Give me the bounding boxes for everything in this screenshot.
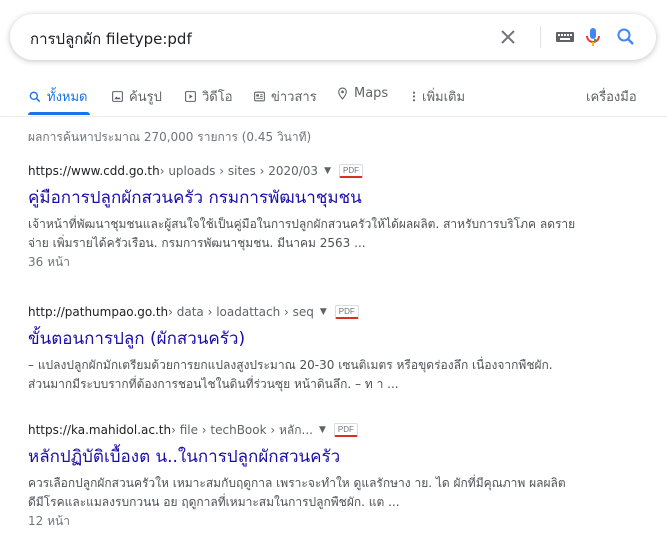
snippet-line: เจ้าหน้าที่พัฒนาชุมชนและผู้สนใจใช้เป็นคู…: [28, 217, 576, 231]
tab-label: Maps: [354, 86, 389, 101]
search-result: https://www.cdd.go.th › uploads › sites …: [28, 163, 648, 271]
result-options-icon[interactable]: ▼: [319, 425, 326, 435]
result-cite: https://ka.mahidol.ac.th › file › techBo…: [28, 422, 648, 438]
microphone-icon[interactable]: [581, 25, 605, 49]
result-cite: https://www.cdd.go.th › uploads › sites …: [28, 163, 648, 179]
result-snippet: เจ้าหน้าที่พัฒนาชุมชนและผู้สนใจใช้เป็นคู…: [28, 215, 648, 253]
snippet-line: ควรเลือกปลูกผักสวนครัวให เหมาะสมกับฤดูกา…: [28, 476, 566, 490]
result-breadcrumb: › uploads › sites › 2020/03: [159, 164, 319, 178]
active-tab-indicator: [28, 112, 90, 115]
result-url[interactable]: https://www.cdd.go.th: [28, 164, 160, 178]
tab-label: เพิ่มเติม: [422, 90, 466, 105]
tabs-divider: [0, 116, 667, 117]
result-breadcrumb: › file › techBook › หลัก...: [171, 422, 313, 437]
result-options-icon[interactable]: ▼: [320, 307, 327, 317]
pdf-badge: PDF: [334, 305, 359, 319]
search-result: https://ka.mahidol.ac.th › file › techBo…: [28, 422, 648, 530]
snippet-line: ดีมีโรคและแมลงรบกวนน อย ฤดูกาลที่เหมาะสม…: [28, 495, 400, 509]
tab-maps[interactable]: Maps: [336, 86, 388, 101]
image-icon: [112, 91, 123, 102]
search-input[interactable]: การปลูกผัก filetype:pdf: [30, 27, 192, 51]
result-options-icon[interactable]: ▼: [324, 166, 331, 176]
result-url[interactable]: http://pathumpao.go.th: [28, 305, 168, 319]
keyboard-icon[interactable]: [553, 25, 577, 49]
tab-label: ข่าวสาร: [271, 90, 317, 105]
search-icon: [29, 91, 41, 102]
result-title[interactable]: ขั้นตอนการปลูก (ผักสวนครัว): [28, 325, 648, 352]
result-snippet: – แปลงปลูกผักมักเตรียมด้วยการยกแปลงสูงปร…: [28, 356, 648, 394]
news-icon: [254, 91, 265, 102]
result-url[interactable]: https://ka.mahidol.ac.th: [28, 423, 171, 437]
pdf-badge: PDF: [339, 164, 363, 178]
tab-label: วิดีโอ: [202, 90, 233, 105]
pdf-badge: PDF: [333, 423, 358, 437]
result-page-count: 12 หน้า: [28, 514, 70, 528]
close-icon[interactable]: [496, 25, 520, 49]
tools-button[interactable]: เครื่องมือ: [586, 86, 637, 107]
search-tabs: ทั้งหมด ค้นรูป วิดีโอ ข่าวสาร Maps เพิ่ม…: [0, 77, 667, 117]
result-title[interactable]: คู่มือการปลูกผักสวนครัว กรมการพัฒนาชุมชน: [28, 184, 648, 211]
tab-all[interactable]: ทั้งหมด: [28, 86, 88, 107]
video-icon: [185, 91, 196, 102]
tab-images[interactable]: ค้นรูป: [111, 86, 162, 107]
result-stats: ผลการค้นหาประมาณ 270,000 รายการ (0.45 วิ…: [28, 130, 312, 144]
result-cite: http://pathumpao.go.th › data › loadatta…: [28, 304, 648, 320]
snippet-line: ส่วนมากมีระบบรากที่ต้องการชอนไชในดินที่ร…: [28, 377, 399, 391]
result-title[interactable]: หลักปฏิบัติเบื้องต น..ในการปลูกผักสวนครั…: [28, 443, 648, 470]
search-icon[interactable]: [614, 25, 638, 49]
snippet-line: จ่าย เพิ่มรายได้ครัวเรือน. กรมการพัฒนาชุ…: [28, 236, 366, 250]
tab-label: ค้นรูป: [129, 90, 162, 105]
tools-label: เครื่องมือ: [586, 90, 637, 105]
search-bar: การปลูกผัก filetype:pdf: [10, 14, 656, 60]
tab-label: ทั้งหมด: [47, 90, 88, 105]
tab-more[interactable]: เพิ่มเติม: [411, 86, 465, 107]
result-breadcrumb: › data › loadattach › seq: [168, 305, 314, 319]
snippet-line: – แปลงปลูกผักมักเตรียมด้วยการยกแปลงสูงปร…: [28, 358, 553, 372]
more-vert-icon: [412, 91, 416, 102]
result-page-count: 36 หน้า: [28, 255, 70, 269]
map-pin-icon: [338, 87, 347, 100]
search-result: http://pathumpao.go.th › data › loadatta…: [28, 304, 648, 394]
tab-videos[interactable]: วิดีโอ: [184, 86, 233, 107]
result-snippet: ควรเลือกปลูกผักสวนครัวให เหมาะสมกับฤดูกา…: [28, 474, 648, 512]
tab-news[interactable]: ข่าวสาร: [253, 86, 317, 107]
search-bar-divider: [540, 26, 541, 48]
